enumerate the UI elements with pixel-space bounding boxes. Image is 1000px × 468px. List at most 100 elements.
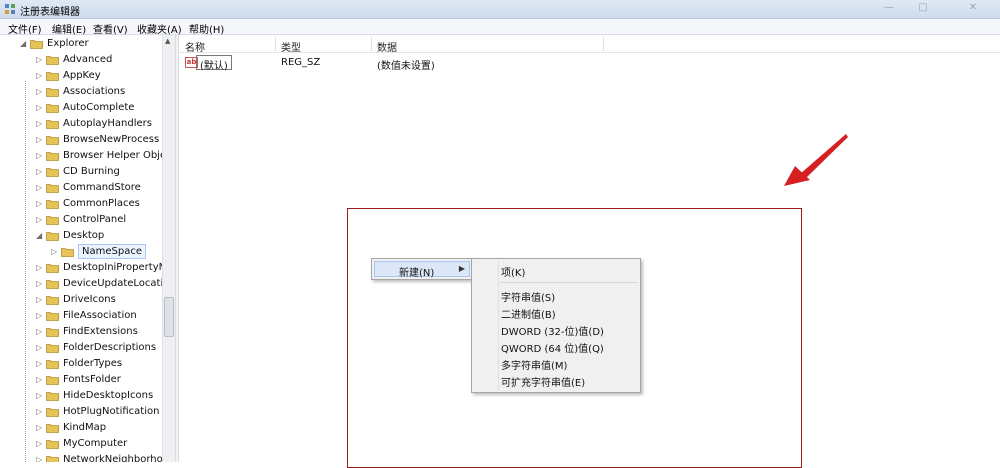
expand-icon[interactable]: ▷ <box>36 327 44 337</box>
menu-favorites[interactable]: 收藏夹(A) <box>137 21 182 36</box>
expand-icon[interactable]: ▷ <box>36 295 44 305</box>
expand-icon[interactable]: ▷ <box>36 135 44 145</box>
folder-icon <box>46 375 59 385</box>
tree-item-label: Browser Helper Obje <box>63 150 162 161</box>
regedit-icon <box>5 4 15 14</box>
folder-icon <box>46 55 59 65</box>
menu-edit[interactable]: 编辑(E) <box>52 21 86 36</box>
minimize-button[interactable]: — <box>878 2 900 15</box>
expand-icon[interactable]: ▷ <box>36 423 44 433</box>
folder-icon <box>46 423 59 433</box>
menu-item-new-label: 新建(N) <box>399 268 435 279</box>
value-data: (数值未设置) <box>377 61 435 72</box>
tree-item-label: Associations <box>63 86 126 97</box>
column-header: 名称 类型 数据 <box>179 35 1000 54</box>
expand-icon[interactable]: ▷ <box>36 119 44 129</box>
collapse-icon[interactable]: ◢ <box>36 231 44 241</box>
tree-item-label: AutoplayHandlers <box>63 118 152 129</box>
tree-item-label: DesktopIniPropertyM <box>63 262 162 273</box>
folder-icon <box>46 71 59 81</box>
folder-icon <box>46 151 59 161</box>
expand-icon[interactable]: ▷ <box>36 391 44 401</box>
tree-item-label: KindMap <box>63 422 107 433</box>
tree-item-label: HotPlugNotification <box>63 406 160 417</box>
tree-item-label: NameSpace <box>78 244 146 259</box>
expand-icon[interactable]: ▷ <box>36 359 44 369</box>
menu-file[interactable]: 文件(F) <box>8 21 42 36</box>
folder-icon <box>46 183 59 193</box>
tree-item-label: ControlPanel <box>63 214 127 225</box>
expand-icon[interactable]: ▷ <box>36 455 44 462</box>
expand-icon[interactable]: ▷ <box>36 183 44 193</box>
expand-icon[interactable]: ▷ <box>36 343 44 353</box>
column-type[interactable]: 类型 <box>281 39 301 54</box>
expand-icon[interactable]: ▷ <box>36 215 44 225</box>
submenu-item-expandstring[interactable]: 可扩充字符串值(E) <box>501 374 585 389</box>
expand-icon[interactable]: ▷ <box>36 151 44 161</box>
folder-icon <box>46 119 59 129</box>
expand-icon[interactable]: ▷ <box>36 375 44 385</box>
tree-scrollbar[interactable]: ▲ <box>162 35 175 462</box>
expand-icon[interactable]: ▷ <box>36 199 44 209</box>
menu-view[interactable]: 查看(V) <box>93 21 128 36</box>
expand-icon[interactable]: ▷ <box>36 407 44 417</box>
submenu-item-qword[interactable]: QWORD (64 位)值(Q) <box>501 340 604 355</box>
tree-item-label: FindExtensions <box>63 326 138 337</box>
tree-item-label: FolderTypes <box>63 358 123 369</box>
folder-icon <box>46 103 59 113</box>
close-button[interactable]: ✕ <box>962 2 984 15</box>
folder-icon <box>46 263 59 273</box>
scroll-up-icon[interactable]: ▲ <box>165 37 170 45</box>
maximize-button[interactable]: □ <box>912 2 934 15</box>
folder-icon <box>61 247 74 257</box>
submenu-item-string[interactable]: 字符串值(S) <box>501 289 555 304</box>
menu-separator <box>500 282 638 283</box>
menu-help[interactable]: 帮助(H) <box>189 21 224 36</box>
folder-icon <box>46 295 59 305</box>
tree-item-label: AutoComplete <box>63 102 135 113</box>
tree-item-label: Desktop <box>63 230 105 241</box>
expand-icon[interactable]: ▷ <box>36 167 44 177</box>
tree-item-label: CD Burning <box>63 166 120 177</box>
folder-icon <box>30 39 43 49</box>
column-separator[interactable] <box>603 37 604 51</box>
window-title: 注册表编辑器 <box>20 7 80 18</box>
submenu-item-dword[interactable]: DWORD (32-位)值(D) <box>501 323 604 338</box>
context-menu: 新建(N) ▶ <box>371 258 473 280</box>
value-name[interactable]: (默认) <box>196 55 232 72</box>
expand-icon[interactable]: ▷ <box>36 103 44 113</box>
folder-icon <box>46 87 59 97</box>
tree-item-label: DeviceUpdateLocatic <box>63 278 162 289</box>
expand-icon[interactable]: ▷ <box>36 263 44 273</box>
column-data[interactable]: 数据 <box>377 39 397 54</box>
new-submenu: 项(K) 字符串值(S) 二进制值(B) DWORD (32-位)值(D) QW… <box>471 258 641 393</box>
table-row[interactable]: ab (默认) REG_SZ (数值未设置) <box>179 55 1000 72</box>
expand-icon[interactable]: ▷ <box>51 247 59 257</box>
folder-icon <box>46 231 59 241</box>
submenu-arrow-icon: ▶ <box>458 264 465 273</box>
submenu-item-binary[interactable]: 二进制值(B) <box>501 306 556 321</box>
folder-icon <box>46 199 59 209</box>
expand-icon[interactable]: ▷ <box>36 279 44 289</box>
tree-item-label: NetworkNeighborho <box>63 454 162 462</box>
title-bar: 注册表编辑器 — □ ✕ <box>0 0 1000 19</box>
menu-item-new[interactable]: 新建(N) ▶ <box>374 261 470 279</box>
folder-icon <box>46 391 59 401</box>
collapse-icon[interactable]: ◢ <box>20 39 28 49</box>
expand-icon[interactable]: ▷ <box>36 311 44 321</box>
column-separator[interactable] <box>371 37 372 51</box>
column-name[interactable]: 名称 <box>185 39 205 54</box>
scroll-thumb[interactable] <box>164 297 174 337</box>
tree-item-label: FolderDescriptions <box>63 342 157 353</box>
expand-icon[interactable]: ▷ <box>36 71 44 81</box>
submenu-item-multistring[interactable]: 多字符串值(M) <box>501 357 567 372</box>
expand-icon[interactable]: ▷ <box>36 55 44 65</box>
submenu-item-key[interactable]: 项(K) <box>501 264 525 279</box>
column-separator[interactable] <box>275 37 276 51</box>
tree-item-label: CommonPlaces <box>63 198 140 209</box>
registry-tree[interactable]: ◢ Explorer ▷ Advanced ▷ AppKey ▷ Associations ▷ A… <box>0 35 162 462</box>
expand-icon[interactable]: ▷ <box>36 439 44 449</box>
tree-item-label: BrowseNewProcess <box>63 134 160 145</box>
expand-icon[interactable]: ▷ <box>36 87 44 97</box>
tree-item-label: Explorer <box>47 38 89 49</box>
